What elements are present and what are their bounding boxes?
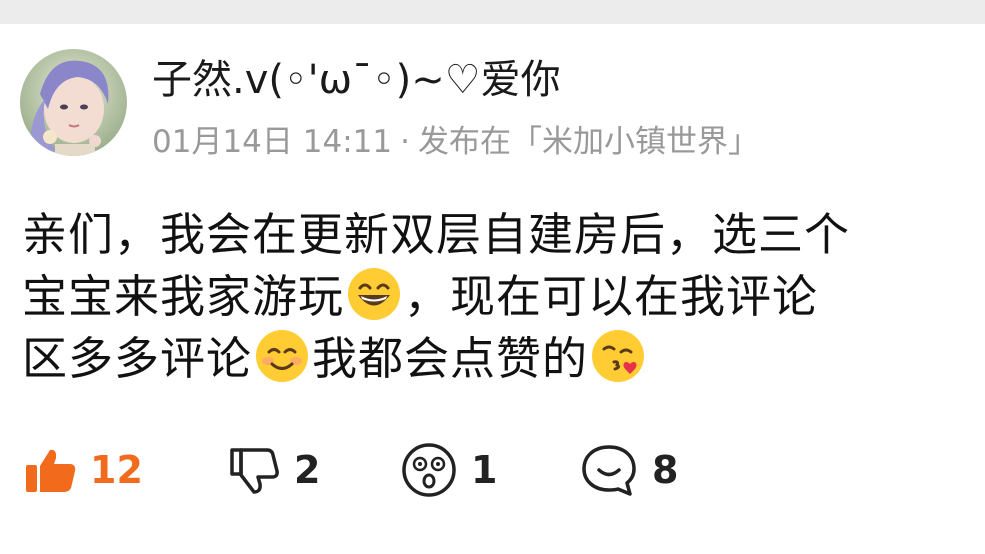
user-avatar[interactable] [20,49,127,156]
post-text: 区多多评论 [22,332,253,385]
comment-bubble-icon [582,445,636,496]
post-location[interactable]: 发布在「米加小镇世界」 [418,124,759,160]
post-text: 我都会点赞的 [312,332,589,385]
dizzy-face-icon [402,443,456,497]
post-meta: 01月14日 14:11 · 发布在「米加小镇世界」 [152,122,759,162]
like-button[interactable]: 12 [26,440,143,500]
comment-count: 8 [652,448,679,492]
username[interactable]: 子然.v(◦'ωˉ◦)~♡爱你 [152,56,561,104]
grinning-face-emoji [348,268,401,320]
dislike-count: 2 [294,448,321,492]
meta-separator: · [400,124,410,160]
dislike-button[interactable]: 2 [228,440,320,500]
surprise-count: 1 [471,448,498,492]
thumbs-up-icon [26,449,76,492]
post-text: ，现在可以在我评论 [404,270,819,323]
like-count: 12 [90,448,143,492]
kissing-heart-emoji [592,330,645,382]
comment-button[interactable]: 8 [580,440,678,500]
post-date: 01月14日 14:11 [152,124,393,160]
post-line-1: 亲们，我会在更新双层自建房后，选三个 [22,208,851,261]
avatar-image [20,49,127,156]
post-line-3: 区多多评论 我都会点赞的 [22,328,982,390]
action-bar: 12 2 1 8 [0,440,985,500]
thumbs-down-icon [230,448,279,494]
smiling-face-emoji [256,330,309,382]
post-text: 宝宝来我家游玩 [22,270,345,323]
top-separator-bar [0,0,985,24]
surprise-reaction-button[interactable]: 1 [401,440,497,500]
post-line-2: 宝宝来我家游玩 ，现在可以在我评论 [22,266,982,328]
post-content: 亲们，我会在更新双层自建房后，选三个 宝宝来我家游玩 ，现在可以在我评论 区多多… [22,204,982,390]
